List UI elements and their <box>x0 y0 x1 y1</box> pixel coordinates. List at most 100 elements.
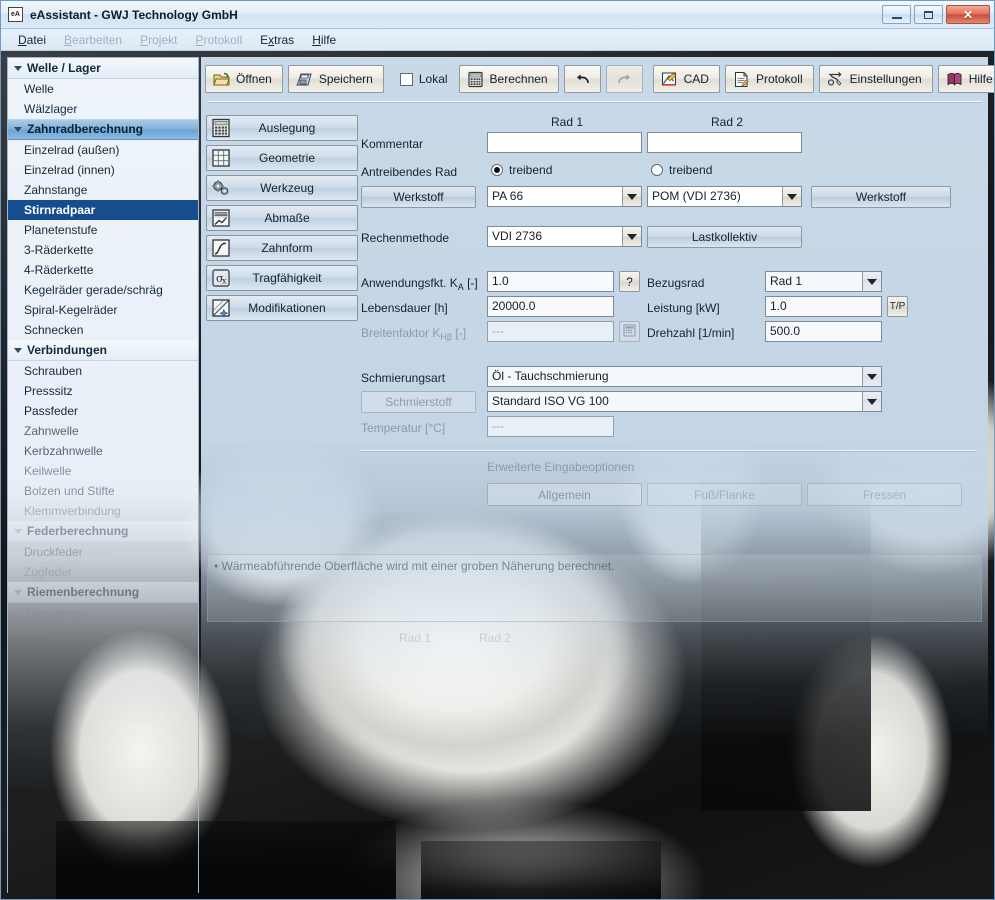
faded-row-label-1: Schmierstoff <box>207 631 273 645</box>
chevron-down-icon[interactable] <box>862 367 881 386</box>
tab-auslegung[interactable]: Auslegung <box>206 115 358 141</box>
lastkollektiv-button[interactable]: Lastkollektiv <box>647 226 802 248</box>
sidebar-item-druckfeder[interactable]: Druckfeder <box>8 542 198 562</box>
sidebar-group-zahnradberechnung[interactable]: Zahnradberechnung <box>8 119 198 140</box>
werkstoff-value-rad1: PA 66 <box>492 189 523 203</box>
body-area: Welle / LagerWelleWälzlagerZahnradberech… <box>1 51 994 899</box>
tab-modifikationen[interactable]: Modifikationen <box>206 295 358 321</box>
leistung-input[interactable]: 1.0 <box>765 296 882 317</box>
sidebar-item-schrauben[interactable]: Schrauben <box>8 361 198 381</box>
sidebar-item-zahnwelle[interactable]: Zahnwelle <box>8 421 198 441</box>
tab-zahnform[interactable]: Zahnform <box>206 235 358 261</box>
sidebar-item-4-räderkette[interactable]: 4-Räderkette <box>8 260 198 280</box>
sidebar-item-zugfeder[interactable]: Zugfeder <box>8 562 198 582</box>
open-button[interactable]: Öffnen <box>205 65 283 93</box>
protocol-button[interactable]: Protokoll <box>725 65 814 93</box>
sidebar-item-welle[interactable]: Welle <box>8 79 198 99</box>
cad-button[interactable]: CAD <box>653 65 720 93</box>
lokal-checkbox[interactable] <box>400 73 413 86</box>
fressen-button[interactable]: Fressen <box>807 483 962 506</box>
menu-item-datei[interactable]: Datei <box>9 31 55 49</box>
tp-button[interactable]: T/P <box>887 296 908 317</box>
sidebar-item-zahnstange[interactable]: Zahnstange <box>8 180 198 200</box>
sidebar-item-planetenstufe[interactable]: Planetenstufe <box>8 220 198 240</box>
allgemein-button[interactable]: Allgemein <box>487 483 642 506</box>
anwendungsfaktor-input[interactable]: 1.0 <box>487 271 614 292</box>
anwendungsfaktor-help-button[interactable]: ? <box>619 271 640 292</box>
radio-treibend-rad2[interactable]: treibend <box>651 163 712 177</box>
sidebar-item-passfeder[interactable]: Passfeder <box>8 401 198 421</box>
chevron-down-icon[interactable] <box>782 187 801 206</box>
breitenfaktor-calc-button[interactable] <box>619 321 640 342</box>
radio-treibend-rad1[interactable]: treibend <box>491 163 552 177</box>
redo-button[interactable] <box>606 65 643 93</box>
close-icon: ✕ <box>963 9 973 21</box>
menu-item-extras[interactable]: Extras <box>251 31 303 49</box>
werkstoff-button-rad1[interactable]: Werkstoff <box>361 186 476 208</box>
sidebar-item-klemmverbindung[interactable]: Klemmverbindung <box>8 501 198 521</box>
sidebar-item-kerbzahnwelle[interactable]: Kerbzahnwelle <box>8 441 198 461</box>
help-button[interactable]: Hilfe <box>938 65 994 93</box>
sidebar-item-einzelrad-außen-[interactable]: Einzelrad (außen) <box>8 140 198 160</box>
bezugsrad-combo[interactable]: Rad 1 <box>765 271 882 292</box>
temperatur-input[interactable]: --- <box>487 416 614 437</box>
schmierungsart-combo[interactable]: Öl - Tauchschmierung <box>487 366 882 387</box>
lebensdauer-input[interactable]: 20000.0 <box>487 296 614 317</box>
settings-button[interactable]: Einstellungen <box>819 65 933 93</box>
sidebar-item-keilwelle[interactable]: Keilwelle <box>8 461 198 481</box>
ruler-chart-icon <box>211 208 231 228</box>
menu-item-projekt[interactable]: Projekt <box>131 31 186 49</box>
sidebar-item-schnecken[interactable]: Schnecken <box>8 320 198 340</box>
sidebar-item-einzelrad-innen-[interactable]: Einzelrad (innen) <box>8 160 198 180</box>
breitenfaktor-input[interactable]: --- <box>487 321 614 342</box>
menu-item-hilfe[interactable]: Hilfe <box>303 31 345 49</box>
werkstoff-combo-rad2[interactable]: POM (VDI 2736) <box>647 186 802 207</box>
werkstoff-button-rad2[interactable]: Werkstoff <box>811 186 951 208</box>
chevron-down-icon[interactable] <box>622 227 641 246</box>
werkstoff-combo-rad1[interactable]: PA 66 <box>487 186 642 207</box>
menu-item-protokoll[interactable]: Protokoll <box>186 31 251 49</box>
sidebar-group-verbindungen[interactable]: Verbindungen <box>8 340 198 361</box>
menu-item-bearbeiten[interactable]: Bearbeiten <box>55 31 131 49</box>
sidebar-group-riemenberechnung[interactable]: Riemenberechnung <box>8 582 198 603</box>
chevron-down-icon[interactable] <box>862 272 881 291</box>
save-button[interactable]: Speichern <box>288 65 384 93</box>
fuss-flanke-button[interactable]: Fuß/Flanke <box>647 483 802 506</box>
close-button[interactable]: ✕ <box>946 5 990 24</box>
schmierstoff-combo[interactable]: Standard ISO VG 100 <box>487 391 882 412</box>
chevron-down-icon[interactable] <box>862 392 881 411</box>
calculator-icon <box>467 71 484 88</box>
faded-results-table: Schmierstoff Eingriff Rad 1 Rad 2 ...ver… <box>207 627 982 667</box>
tab-werkzeug[interactable]: Werkzeug <box>206 175 358 201</box>
kommentar-input-rad1[interactable] <box>487 132 642 153</box>
sidebar-item-presssitz[interactable]: Presssitz <box>8 381 198 401</box>
tab-tragfähigkeit[interactable]: σxTragfähigkeit <box>206 265 358 291</box>
sidebar-item-3-räderkette[interactable]: 3-Räderkette <box>8 240 198 260</box>
sidebar-item-kegelräder-gerade-schräg[interactable]: Kegelräder gerade/schräg <box>8 280 198 300</box>
minimize-button[interactable] <box>882 5 911 24</box>
sidebar-item-wälzlager[interactable]: Wälzlager <box>8 99 198 119</box>
kommentar-input-rad2[interactable] <box>647 132 802 153</box>
undo-button[interactable] <box>564 65 601 93</box>
rechenmethode-combo[interactable]: VDI 2736 <box>487 226 642 247</box>
sidebar-group-federberechnung[interactable]: Federberechnung <box>8 521 198 542</box>
sidebar-item-zahnriemen[interactable]: Zahnriemen <box>8 603 198 623</box>
sidebar-item-bolzen-und-stifte[interactable]: Bolzen und Stifte <box>8 481 198 501</box>
tab-geometrie[interactable]: Geometrie <box>206 145 358 171</box>
sidebar-item-stirnradpaar[interactable]: Stirnradpaar <box>8 200 198 220</box>
floppy-disk-icon <box>296 71 313 88</box>
lokal-checkbox-wrap[interactable]: Lokal <box>394 72 454 86</box>
drehzahl-input[interactable]: 500.0 <box>765 321 882 342</box>
chevron-down-icon[interactable] <box>622 187 641 206</box>
sigma-x-icon: σx <box>211 268 231 288</box>
bullet-icon: • <box>214 559 218 573</box>
tab-label: Tragfähigkeit <box>231 271 357 285</box>
calculate-button[interactable]: Berechnen <box>459 65 559 93</box>
maximize-icon <box>924 11 933 19</box>
tab-button-column: Auslegung Geometrie Werkzeug Abmaße Zahnform… <box>206 115 358 325</box>
schmierstoff-button[interactable]: Schmierstoff <box>361 391 476 413</box>
sidebar-group-welle-lager[interactable]: Welle / Lager <box>8 58 198 79</box>
tab-abmaße[interactable]: Abmaße <box>206 205 358 231</box>
maximize-button[interactable] <box>914 5 943 24</box>
sidebar-item-spiral-kegelräder[interactable]: Spiral-Kegelräder <box>8 300 198 320</box>
